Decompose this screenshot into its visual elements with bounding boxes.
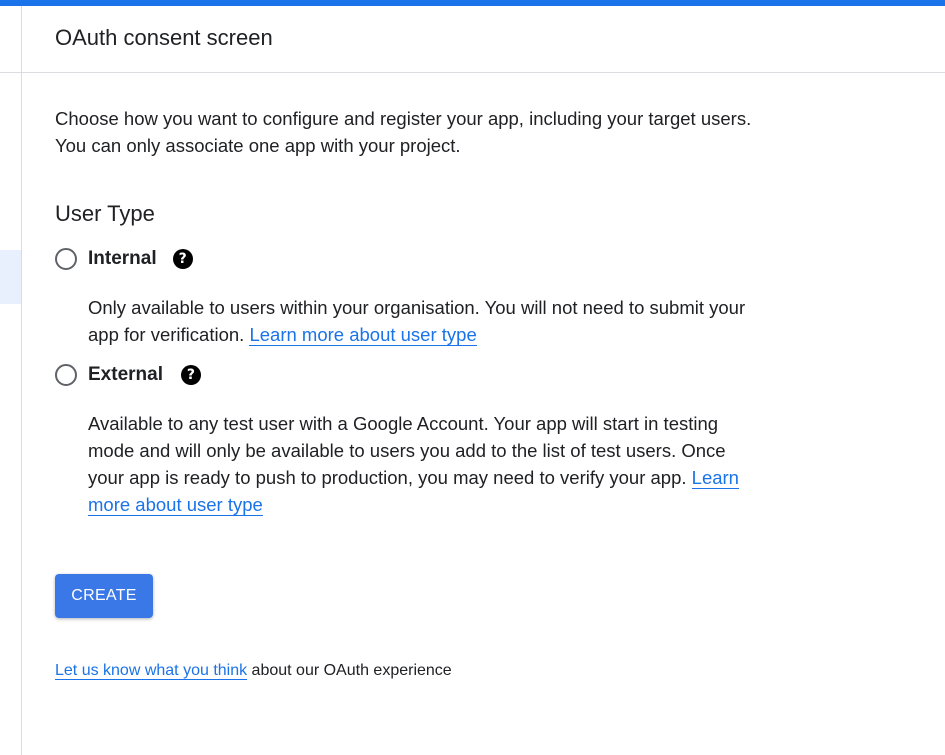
- internal-radio[interactable]: [55, 248, 77, 270]
- intro-text: Choose how you want to configure and reg…: [55, 108, 752, 156]
- external-description-text: Available to any test user with a Google…: [88, 413, 726, 488]
- user-type-title: User Type: [55, 201, 155, 226]
- internal-description: Only available to users within your orga…: [88, 294, 748, 348]
- option-external[interactable]: External ?: [55, 362, 201, 388]
- external-radio[interactable]: [55, 364, 77, 386]
- internal-label[interactable]: Internal: [88, 248, 157, 270]
- page-title: OAuth consent screen: [55, 25, 273, 50]
- external-label[interactable]: External: [88, 364, 163, 386]
- create-button[interactable]: CREATE: [55, 574, 153, 618]
- internal-learn-more-link[interactable]: Learn more about user type: [249, 324, 477, 346]
- help-circle-icon[interactable]: ?: [172, 249, 193, 269]
- left-nav-rail: [0, 6, 22, 755]
- rail-active-item[interactable]: [0, 250, 21, 304]
- feedback-line: Let us know what you think about our OAu…: [55, 662, 452, 680]
- page-header: OAuth consent screen: [22, 6, 945, 73]
- external-description: Available to any test user with a Google…: [88, 410, 760, 518]
- rail-divider: [0, 72, 22, 73]
- help-circle-icon[interactable]: ?: [180, 365, 201, 385]
- option-internal[interactable]: Internal ?: [55, 246, 193, 272]
- feedback-link[interactable]: Let us know what you think: [55, 662, 248, 680]
- feedback-suffix: about our OAuth experience: [247, 662, 452, 679]
